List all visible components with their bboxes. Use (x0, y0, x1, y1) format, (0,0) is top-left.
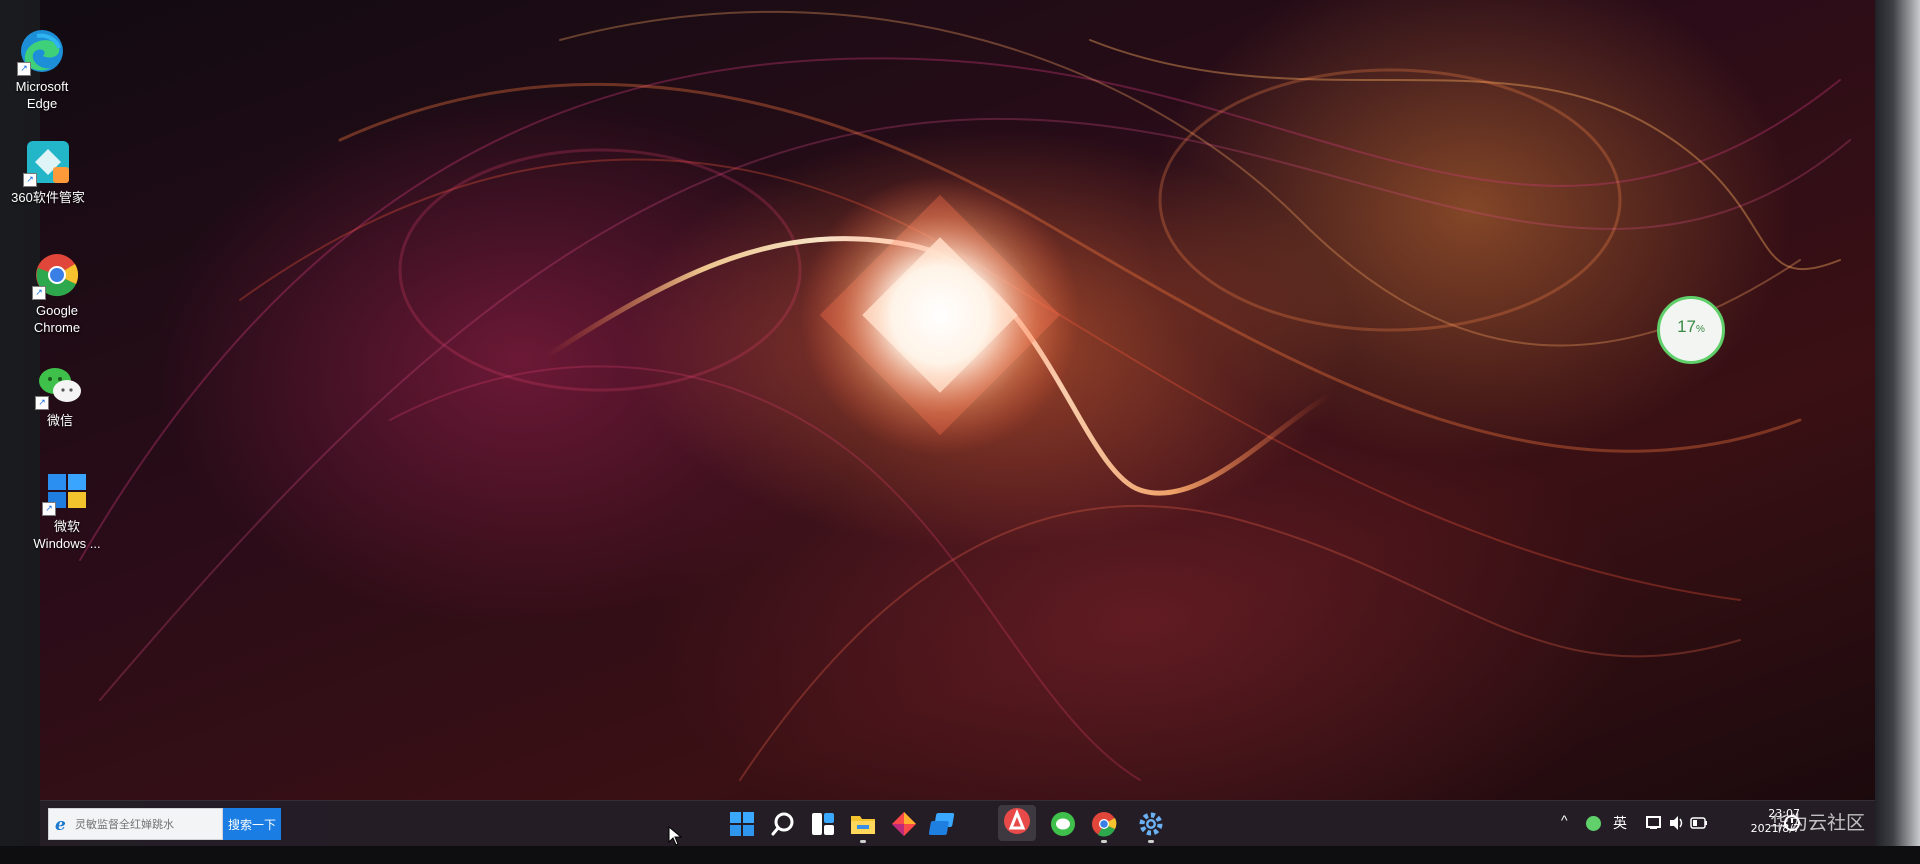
monitor-bezel-right (1875, 0, 1920, 864)
wechat-icon[interactable] (1048, 810, 1078, 838)
watermark: 华为云社区 (1770, 812, 1866, 834)
monitor-bezel-bottom (0, 846, 1920, 864)
windows-icon: ↗ (42, 466, 92, 516)
network-icon[interactable] (1646, 815, 1662, 839)
desktop-icon-chrome[interactable]: ↗ Google Chrome (12, 250, 102, 336)
shortcut-arrow-icon: ↗ (42, 502, 56, 516)
desktop-icon-360-software[interactable]: ↗ 360软件管家 (3, 137, 93, 206)
shortcut-arrow-icon: ↗ (32, 286, 46, 300)
desktop-icon-label: 360软件管家 (11, 190, 85, 205)
monitor: ↗ Microsoft Edge ↗ 360软件管家 ↗ Google Chro… (0, 0, 1920, 864)
search-icon[interactable] (768, 810, 798, 838)
volume-icon[interactable] (1668, 815, 1686, 839)
desktop-icon-edge[interactable]: ↗ Microsoft Edge (0, 26, 87, 112)
desktop-icon-windows[interactable]: ↗ 微软 Windows ... (22, 466, 112, 552)
windows-start-icon[interactable] (727, 810, 757, 838)
tray-app-icon[interactable] (1586, 816, 1601, 831)
input-method-indicator[interactable]: 英 (1613, 813, 1627, 837)
active-indicator (1101, 840, 1107, 843)
chrome-icon[interactable] (1089, 810, 1119, 843)
desktop-icon-label: Microsoft Edge (15, 79, 69, 111)
battery-icon[interactable] (1690, 816, 1708, 840)
tray-chevron-icon[interactable]: ^ (1561, 812, 1568, 836)
desktop-icon-label: Google Chrome (33, 303, 81, 335)
search-input[interactable] (75, 814, 217, 834)
active-indicator (860, 840, 866, 843)
desktop-icon-label: 微信 (46, 413, 73, 428)
chrome-icon: ↗ (32, 250, 82, 300)
wechat-icon: ↗ (35, 360, 85, 410)
desktop-icon-wechat[interactable]: ↗ 微信 (15, 360, 105, 429)
active-indicator (1148, 840, 1154, 843)
search-button[interactable]: 搜索一下 (223, 808, 281, 840)
shortcut-arrow-icon: ↗ (17, 62, 31, 76)
desktop-icon-label: 微软 Windows ... (33, 519, 101, 551)
battery-unit: % (1696, 324, 1705, 335)
file-explorer-icon[interactable] (848, 810, 878, 843)
colorful-app-icon[interactable] (889, 810, 919, 838)
blue-app-icon[interactable] (928, 810, 959, 838)
widgets-icon[interactable] (808, 810, 838, 838)
edge-icon: ↗ (17, 26, 67, 76)
ie-icon: e (55, 815, 66, 835)
shortcut-arrow-icon: ↗ (35, 396, 49, 410)
360-software-icon: ↗ (23, 137, 73, 187)
search-box[interactable]: e (48, 808, 223, 840)
desktop-wallpaper (40, 0, 1875, 800)
battery-widget[interactable]: 17% (1657, 296, 1725, 364)
red-app-icon[interactable] (998, 805, 1036, 841)
mouse-cursor-icon (668, 825, 683, 846)
shortcut-arrow-icon: ↗ (23, 173, 37, 187)
battery-value: 17 (1677, 317, 1696, 336)
settings-icon[interactable] (1136, 810, 1166, 843)
